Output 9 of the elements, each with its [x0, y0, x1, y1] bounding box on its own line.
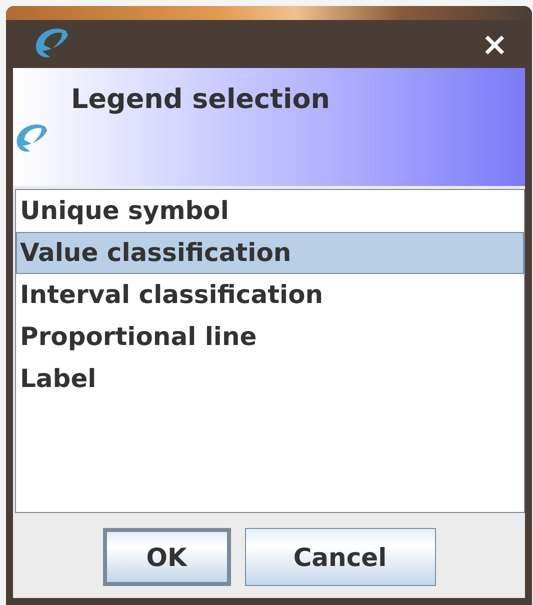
- close-button[interactable]: ×: [481, 28, 508, 60]
- dialog-heading: Legend selection: [71, 84, 330, 115]
- list-item[interactable]: Label: [16, 358, 524, 400]
- ok-button[interactable]: OK: [102, 528, 230, 586]
- list-item[interactable]: Proportional line: [16, 316, 524, 358]
- list-item[interactable]: Interval classification: [16, 274, 524, 316]
- list-item[interactable]: Value classification: [16, 232, 524, 274]
- cancel-button[interactable]: Cancel: [244, 528, 436, 586]
- list-item[interactable]: Unique symbol: [16, 190, 524, 232]
